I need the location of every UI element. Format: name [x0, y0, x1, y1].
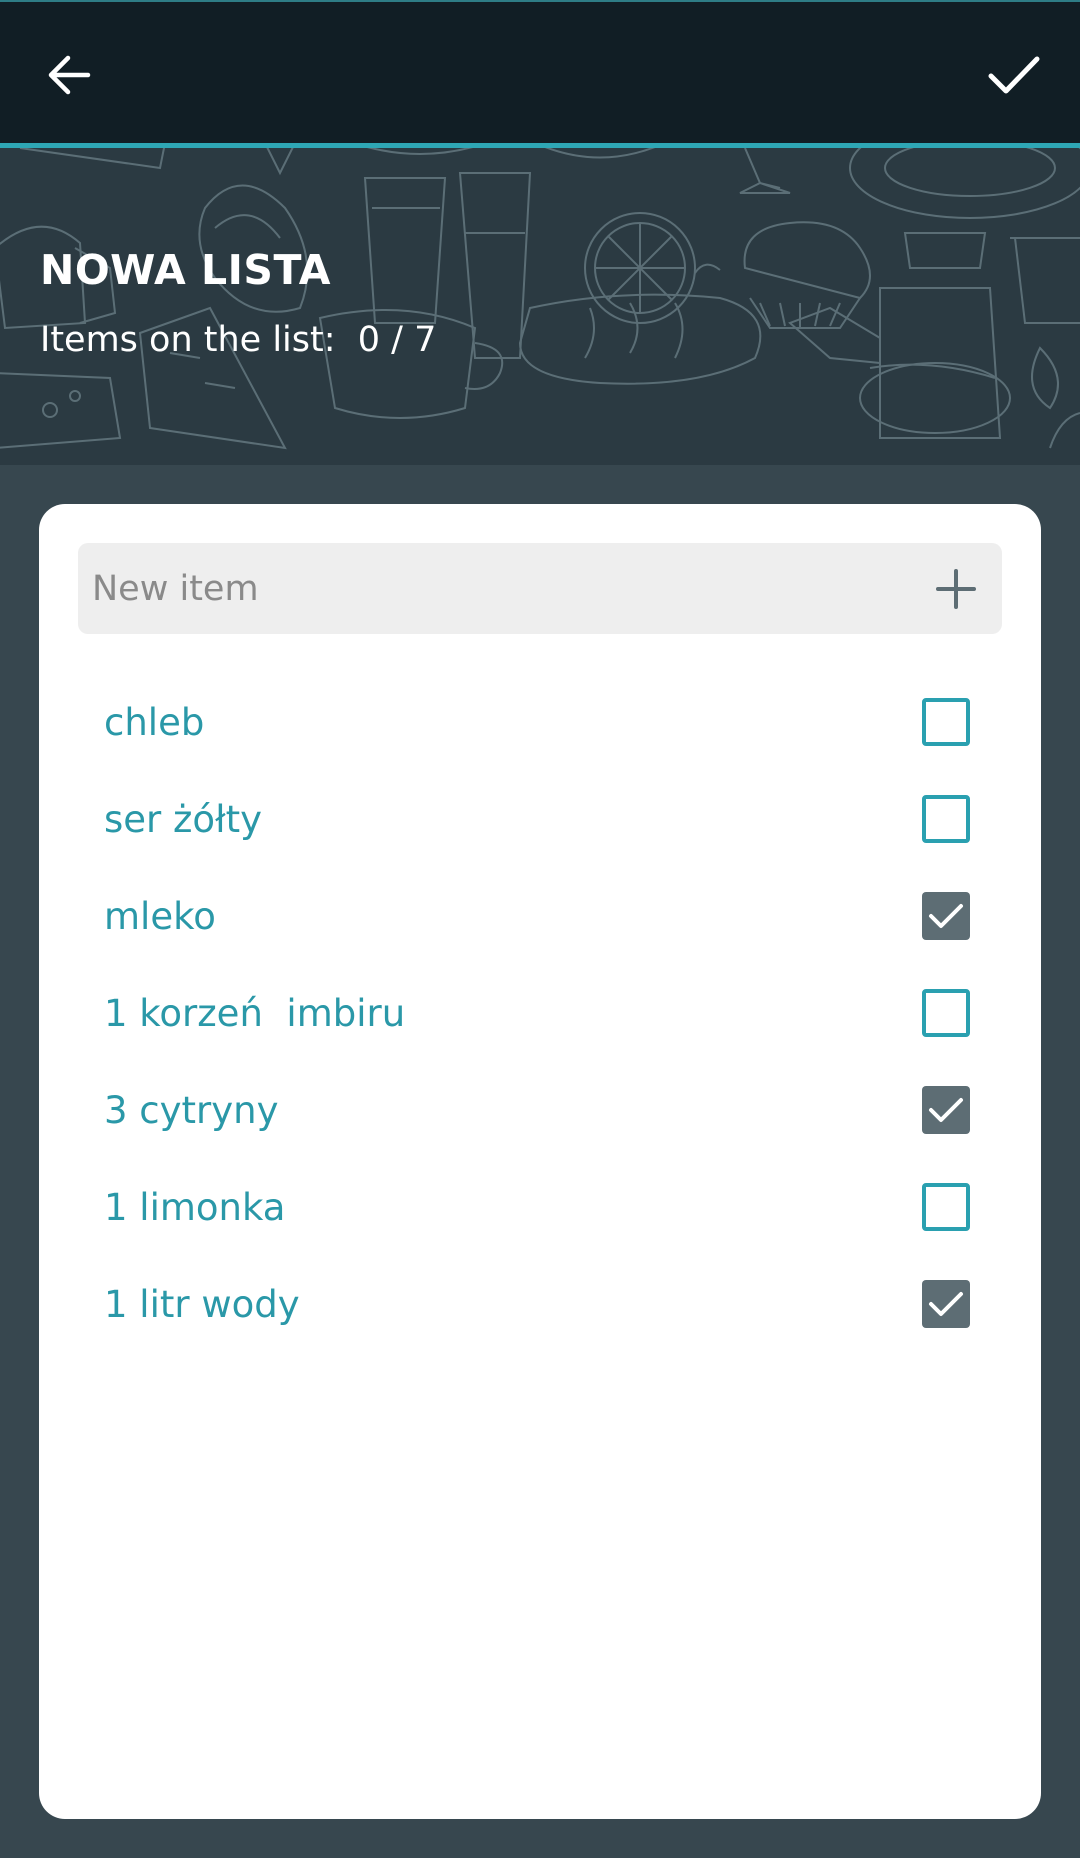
item-label: 1 litr wody: [104, 1283, 300, 1326]
list-item[interactable]: 3 cytryny: [39, 1062, 1041, 1159]
list-item[interactable]: chleb: [39, 674, 1041, 771]
item-checkbox-checked[interactable]: [922, 1280, 970, 1328]
list-item[interactable]: 1 litr wody: [39, 1256, 1041, 1353]
add-item-button[interactable]: [928, 561, 984, 617]
check-icon: [929, 1098, 963, 1122]
list-header: NOWA LISTA Items on the list: 0 / 7: [0, 148, 1080, 465]
list-title: NOWA LISTA: [40, 246, 331, 294]
new-item-input[interactable]: [78, 543, 878, 634]
item-checkbox-checked[interactable]: [922, 1086, 970, 1134]
new-item-bar: [78, 543, 1002, 634]
items-count: Items on the list: 0 / 7: [40, 320, 437, 360]
arrow-left-icon: [48, 55, 91, 95]
list-item[interactable]: ser żółty: [39, 771, 1041, 868]
confirm-button[interactable]: [982, 46, 1046, 104]
plus-icon: [936, 569, 976, 609]
list-item[interactable]: 1 limonka: [39, 1159, 1041, 1256]
item-label: chleb: [104, 701, 205, 744]
item-label: mleko: [104, 895, 216, 938]
check-icon: [929, 1292, 963, 1316]
back-button[interactable]: [40, 46, 98, 104]
item-label: 1 korzeń imbiru: [104, 992, 406, 1035]
list-item[interactable]: mleko: [39, 868, 1041, 965]
item-checkbox-unchecked[interactable]: [922, 989, 970, 1037]
food-doodle-background: [0, 148, 1080, 450]
item-checkbox-unchecked[interactable]: [922, 698, 970, 746]
item-checkbox-unchecked[interactable]: [922, 795, 970, 843]
checkmark-icon: [988, 56, 1040, 94]
item-label: 1 limonka: [104, 1186, 286, 1229]
item-label: ser żółty: [104, 798, 262, 841]
app-toolbar: [0, 0, 1080, 143]
item-label: 3 cytryny: [104, 1089, 279, 1132]
item-checkbox-unchecked[interactable]: [922, 1183, 970, 1231]
list-item[interactable]: 1 korzeń imbiru: [39, 965, 1041, 1062]
item-checkbox-checked[interactable]: [922, 892, 970, 940]
check-icon: [929, 904, 963, 928]
list-card: chleb ser żółty mleko 1 korzeń imbiru 3 …: [39, 504, 1041, 1819]
